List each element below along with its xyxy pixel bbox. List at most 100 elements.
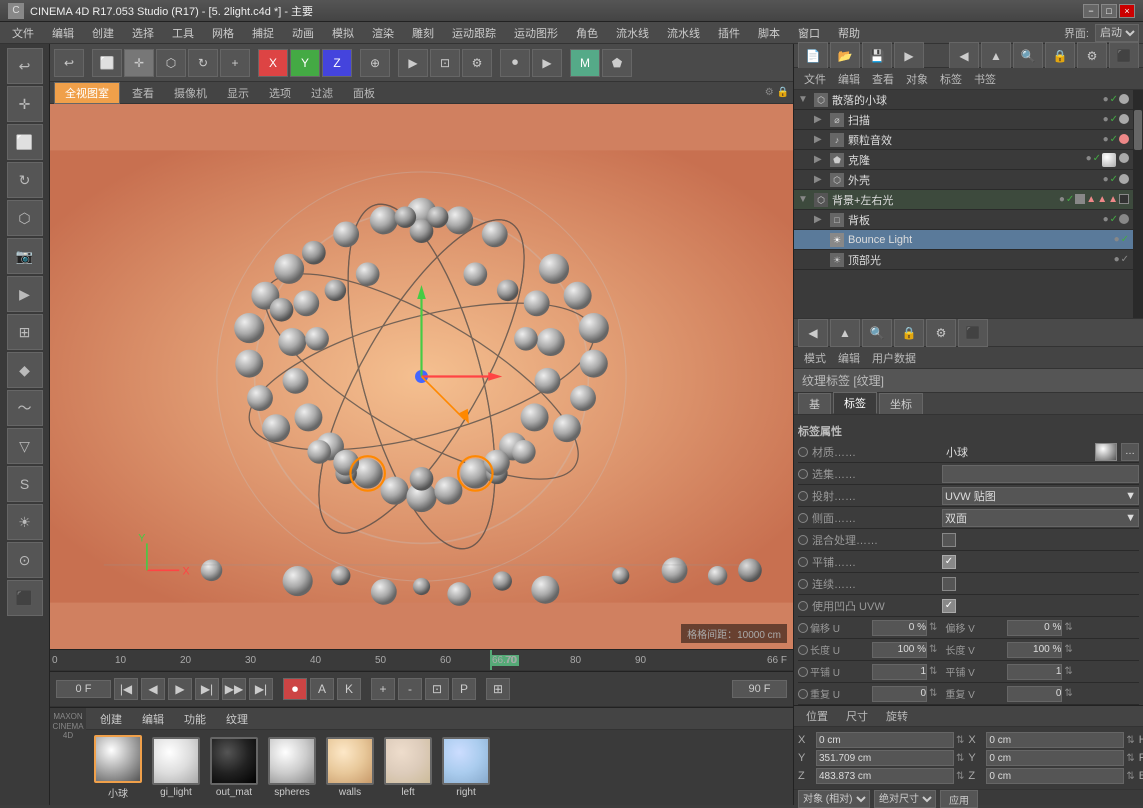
menu-render[interactable]: 渲染 [364, 23, 402, 43]
auto-key-button[interactable]: A [310, 678, 334, 700]
mat-function-menu[interactable]: 功能 [176, 709, 214, 729]
pos-z-input[interactable] [816, 768, 954, 784]
sm-row-shell[interactable]: ▶ ⬡ 外壳 ● ✓ [794, 170, 1133, 190]
attr-edit-menu[interactable]: 编辑 [834, 350, 864, 366]
sm-render-btn[interactable]: ▶ [894, 42, 924, 70]
vis-dot-c[interactable]: ● [1086, 153, 1092, 167]
render-preview-button[interactable]: ▶ [398, 49, 428, 77]
playhead[interactable] [490, 650, 492, 671]
x-axis-button[interactable]: X [258, 49, 288, 77]
vis-dot-bl[interactable]: ● [1114, 234, 1120, 245]
apply-button[interactable]: 应用 [940, 790, 978, 808]
attr-expand[interactable]: ⬛ [958, 319, 988, 347]
sm-view-menu[interactable]: 查看 [868, 71, 898, 87]
material-item-gilight[interactable]: gi_light [152, 737, 200, 798]
render-settings-button[interactable]: ⚙ [462, 49, 492, 77]
mat-create-menu[interactable]: 创建 [92, 709, 130, 729]
vis-check-bl[interactable]: ✓ [1121, 234, 1129, 245]
sm-scroll-thumb[interactable] [1134, 110, 1142, 150]
sm-edit-menu[interactable]: 编辑 [834, 71, 864, 87]
sm-settings-btn[interactable]: ⚙ [1077, 42, 1107, 70]
z-axis-button[interactable]: Z [322, 49, 352, 77]
sm-scrollbar[interactable] [1133, 90, 1143, 318]
viewport-fullview-tab[interactable]: 全视图室 [54, 82, 120, 104]
grid-icon[interactable]: ⊞ [7, 314, 43, 350]
size-z-spin[interactable]: ⇅ [1126, 771, 1134, 782]
menu-mograph[interactable]: 运动图形 [506, 23, 566, 43]
vis-check-bp[interactable]: ✓ [1110, 214, 1118, 225]
object-icon[interactable]: ◆ [7, 352, 43, 388]
cloner-button[interactable]: M [570, 49, 600, 77]
continuous-checkbox[interactable] [942, 577, 956, 591]
close-button[interactable]: × [1119, 4, 1135, 18]
scale-button[interactable]: ⬡ [156, 49, 186, 77]
material-item-outmat[interactable]: out_mat [210, 737, 258, 798]
repeat-v-input[interactable] [1007, 686, 1062, 702]
play-button[interactable]: ▶ [168, 678, 192, 700]
sm-search-btn[interactable]: 🔍 [1013, 42, 1043, 70]
menu-plugins[interactable]: 插件 [710, 23, 748, 43]
sm-bookmark-menu[interactable]: 书签 [970, 71, 1000, 87]
play-button[interactable]: ▶ [532, 49, 562, 77]
next-key-button[interactable]: ▶| [195, 678, 219, 700]
sm-lock-btn[interactable]: 🔒 [1045, 42, 1075, 70]
sm-file-menu[interactable]: 文件 [800, 71, 830, 87]
menu-snap[interactable]: 捕捉 [244, 23, 282, 43]
vis-check-s[interactable]: ✓ [1110, 114, 1118, 125]
attr-search[interactable]: 🔍 [862, 319, 892, 347]
vis-check-sh[interactable]: ✓ [1110, 174, 1118, 185]
material-item-xiaoqiu[interactable]: 小球 [94, 735, 142, 800]
sm-row-cloner[interactable]: ▶ ⬟ 克隆 ● ✓ [794, 150, 1133, 170]
selection-radio[interactable] [798, 469, 808, 479]
menu-tools[interactable]: 工具 [164, 23, 202, 43]
menu-animate[interactable]: 动画 [284, 23, 322, 43]
repeat-radio[interactable] [798, 689, 808, 699]
length-v-spin[interactable]: ⇅ [1064, 644, 1072, 655]
pos-tab-position[interactable]: 位置 [798, 706, 836, 726]
repeat-u-spin[interactable]: ⇅ [929, 688, 937, 699]
vis-check-a[interactable]: ✓ [1110, 134, 1118, 145]
vis-dot-bp[interactable]: ● [1103, 214, 1109, 225]
uvw-radio[interactable] [798, 601, 808, 611]
view-menu[interactable]: 查看 [124, 84, 162, 102]
repeat-v-spin[interactable]: ⇅ [1064, 688, 1072, 699]
del-key-button[interactable]: - [398, 678, 422, 700]
size-y-input[interactable] [986, 750, 1124, 766]
sm-row-scattered[interactable]: ▼ ⬡ 散落的小球 ● ✓ [794, 90, 1133, 110]
key-select-button[interactable]: ⊡ [425, 678, 449, 700]
length-u-spin[interactable]: ⇅ [929, 644, 937, 655]
add-key-button[interactable]: + [371, 678, 395, 700]
move-tool-icon[interactable]: ✛ [7, 86, 43, 122]
repeat-u-input[interactable] [872, 686, 927, 702]
material-radio[interactable] [798, 447, 808, 457]
offset-v-spin[interactable]: ⇅ [1064, 622, 1072, 633]
camera-menu[interactable]: 摄像机 [166, 84, 215, 102]
length-u-input[interactable] [872, 642, 927, 658]
size-x-spin[interactable]: ⇅ [1126, 735, 1134, 746]
sm-row-bggroup[interactable]: ▼ ⬡ 背景+左右光 ● ✓ ▲ ▲ ▲ [794, 190, 1133, 210]
mat-edit-menu[interactable]: 编辑 [134, 709, 172, 729]
side-dropdown[interactable]: 双面 ▼ [942, 509, 1139, 527]
tile-v-spin[interactable]: ⇅ [1064, 666, 1072, 677]
scale-icon[interactable]: ⬡ [7, 200, 43, 236]
vis-dot-a[interactable]: ● [1103, 134, 1109, 145]
attr-mode-menu[interactable]: 模式 [800, 350, 830, 366]
undo-icon[interactable]: ↩ [7, 48, 43, 84]
tab-base[interactable]: 基 [798, 393, 831, 414]
pos-y-input[interactable] [816, 750, 954, 766]
end-frame-input[interactable] [732, 680, 787, 698]
sm-row-backplate[interactable]: ▶ □ 背板 ● ✓ [794, 210, 1133, 230]
y-axis-button[interactable]: Y [290, 49, 320, 77]
projection-radio[interactable] [798, 491, 808, 501]
vis-dot-bg[interactable]: ● [1059, 194, 1065, 205]
record-button[interactable]: ⏺ [500, 49, 530, 77]
sm-new-btn[interactable]: 📄 [798, 42, 828, 70]
select-rect-button[interactable]: ⬜ [92, 49, 122, 77]
vis-dot-tl[interactable]: ● [1114, 254, 1120, 265]
prev-frame-button[interactable]: |◀ [114, 678, 138, 700]
material-icon[interactable]: S [7, 466, 43, 502]
material-item-left[interactable]: left [384, 737, 432, 798]
pos-tab-rotation[interactable]: 旋转 [878, 706, 916, 726]
material-item-walls[interactable]: walls [326, 737, 374, 798]
sm-tag-menu[interactable]: 标签 [936, 71, 966, 87]
